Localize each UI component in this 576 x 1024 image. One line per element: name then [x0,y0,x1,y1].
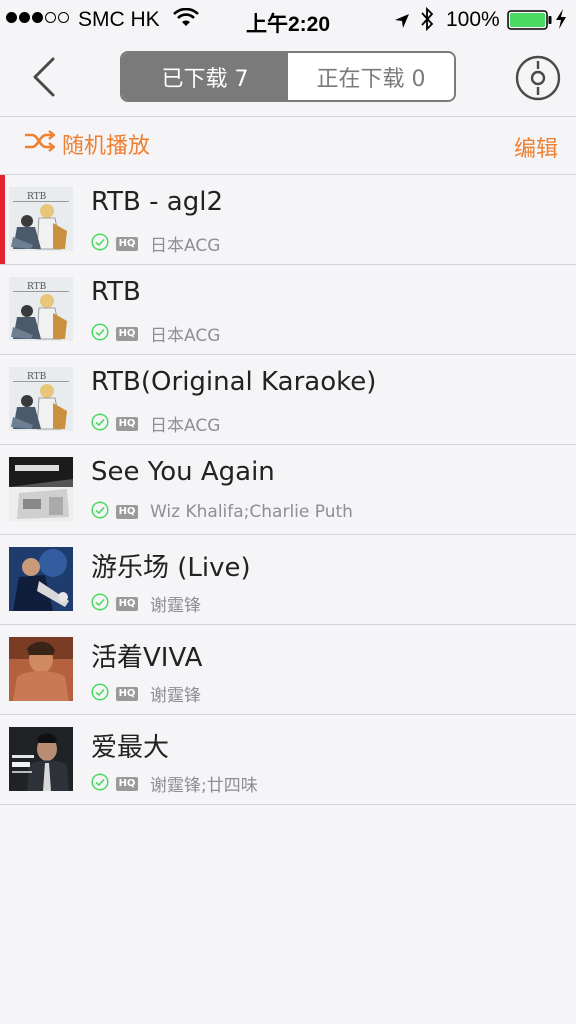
carrier-name: SMC HK [78,8,160,31]
downloaded-check-icon [91,232,109,255]
svg-text:RTB: RTB [27,372,47,382]
nav-divider [0,116,576,117]
song-title: 活着VIVA [91,643,203,673]
bluetooth-icon [420,6,434,38]
clock: 上午2:20 [246,13,331,36]
downloaded-check-icon [91,501,109,523]
song-row[interactable]: RTB RTB HQ 日本ACG [0,265,576,355]
battery-percent: 100% [446,8,500,31]
song-meta: HQ 日本ACG [91,411,220,436]
song-title: RTB [91,277,141,307]
song-title: RTB(Original Karaoke) [91,367,377,397]
tab-downloading[interactable]: 正在下载 0 [288,53,454,100]
song-row[interactable]: 活着VIVA HQ 谢霆锋 [0,625,576,715]
back-icon[interactable] [28,56,60,102]
signal-strength-icon [6,12,69,23]
album-cover: RTB [9,367,73,431]
song-artist: 谢霆锋;廿四味 [150,776,258,796]
downloaded-check-icon [91,322,109,345]
album-cover [9,457,73,521]
song-title: RTB - agl2 [91,187,224,217]
song-title: 爱最大 [91,733,170,763]
svg-text:RTB: RTB [27,192,47,202]
song-meta: HQ 谢霆锋 [91,681,201,706]
tab-downloaded[interactable]: 已下载 7 [122,53,288,100]
downloaded-check-icon [91,682,109,705]
song-meta: HQ Wiz Khalifa;Charlie Puth [91,501,353,523]
song-row[interactable]: See You Again HQ Wiz Khalifa;Charlie Put… [0,445,576,535]
album-cover: RTB [9,187,73,251]
shuffle-play-button[interactable]: 随机播放 [24,128,150,160]
album-cover [9,637,73,701]
hq-badge: HQ [116,596,138,611]
song-row[interactable]: 爱最大 HQ 谢霆锋;廿四味 [0,715,576,805]
song-row[interactable]: RTB RTB - agl2 HQ 日本ACG [0,175,576,265]
location-arrow-icon [394,11,410,35]
song-meta: HQ 谢霆锋;廿四味 [91,771,258,796]
song-title: 游乐场 (Live) [91,553,251,583]
song-artist: Wiz Khalifa;Charlie Puth [150,502,353,522]
song-meta: HQ 日本ACG [91,321,220,346]
navigation-bar: 已下载 7 正在下载 0 [0,40,576,116]
edit-button[interactable]: 编辑 [514,131,558,163]
downloaded-check-icon [91,772,109,795]
now-playing-indicator [0,175,5,264]
screen: SMC HK 上午2:20 100% 已下载 7 正在下载 0 随机播放 编辑 … [0,0,576,1024]
song-artist: 日本ACG [150,236,221,256]
song-meta: HQ 谢霆锋 [91,591,201,616]
downloaded-check-icon [91,412,109,435]
hq-badge: HQ [116,776,138,791]
song-row[interactable]: 游乐场 (Live) HQ 谢霆锋 [0,535,576,625]
shuffle-icon [24,130,56,158]
song-artist: 日本ACG [150,416,221,436]
album-cover [9,547,73,611]
song-artist: 谢霆锋 [150,686,201,706]
battery-icon [507,10,553,36]
hq-badge: HQ [116,416,138,431]
song-artist: 谢霆锋 [150,596,201,616]
album-cover [9,727,73,791]
download-segmented-control: 已下载 7 正在下载 0 [120,51,456,102]
disc-icon[interactable] [515,55,561,105]
charging-bolt-icon [555,9,567,35]
wifi-icon [173,7,199,34]
album-cover: RTB [9,277,73,341]
hq-badge: HQ [116,326,138,341]
song-list: RTB RTB - agl2 HQ 日本ACG RTB RTB HQ 日本ACG… [0,175,576,805]
svg-text:RTB: RTB [27,282,47,292]
song-artist: 日本ACG [150,326,221,346]
song-meta: HQ 日本ACG [91,231,220,256]
downloaded-check-icon [91,592,109,615]
hq-badge: HQ [116,505,138,519]
shuffle-label: 随机播放 [62,134,151,159]
hq-badge: HQ [116,686,138,701]
song-title: See You Again [91,457,275,487]
song-row[interactable]: RTB RTB(Original Karaoke) HQ 日本ACG [0,355,576,445]
hq-badge: HQ [116,236,138,251]
status-bar: SMC HK 上午2:20 100% [0,0,576,40]
